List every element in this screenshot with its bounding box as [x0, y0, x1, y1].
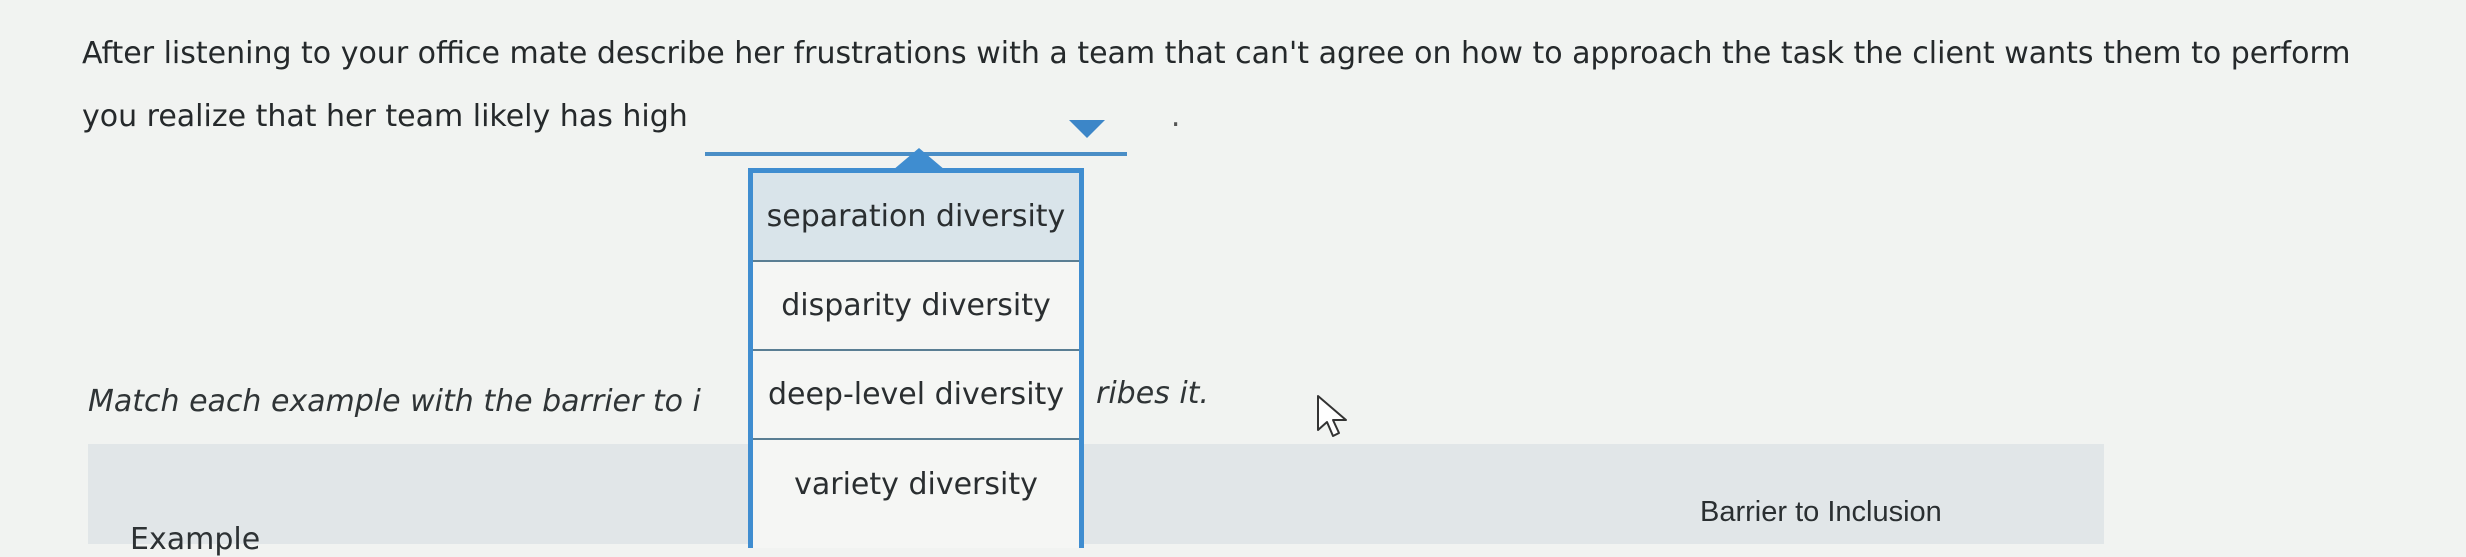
dropdown-option-disparity-diversity[interactable]: disparity diversity — [753, 262, 1079, 351]
instruction-text-right: ribes it. — [1096, 376, 1209, 411]
dropdown-option-separation-diversity[interactable]: separation diversity — [753, 173, 1079, 262]
dropdown-option-deep-level-diversity[interactable]: deep-level diversity — [753, 351, 1079, 440]
sentence-period: . — [1170, 99, 1181, 134]
question-text: After listening to your office mate desc… — [82, 22, 2442, 156]
instruction-text-left: Match each example with the barrier to i — [88, 384, 701, 419]
column-header-example: Example — [130, 522, 261, 557]
column-header-barrier: Barrier to Inclusion — [1700, 496, 1942, 528]
question-line-1: After listening to your office mate desc… — [82, 36, 2351, 71]
dropdown-pointer-icon — [893, 148, 945, 170]
dropdown-option-variety-diversity[interactable]: variety diversity — [753, 440, 1079, 529]
chevron-down-icon[interactable] — [1069, 120, 1106, 138]
question-line-2: you realize that her team likely has hig… — [82, 85, 2442, 156]
question-line-2-prefix: you realize that her team likely has hig… — [82, 99, 688, 134]
matching-table-header: Example Barrier to Inclusion — [88, 444, 2104, 557]
mouse-cursor-icon — [1317, 395, 1347, 437]
dropdown-menu[interactable]: separation diversity disparity diversity… — [748, 168, 1084, 548]
